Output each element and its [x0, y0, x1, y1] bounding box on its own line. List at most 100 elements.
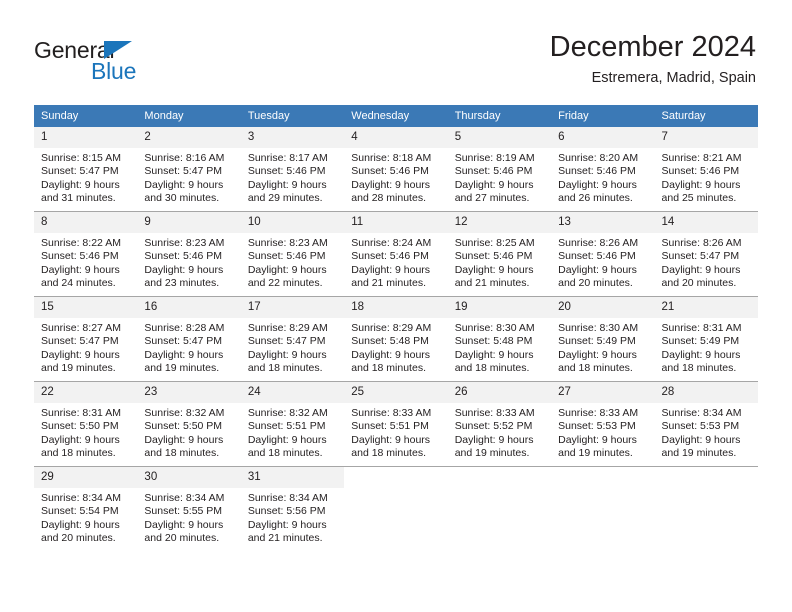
day-details: Sunrise: 8:23 AM Sunset: 5:46 PM Dayligh… — [137, 233, 240, 291]
day-cell[interactable]: 17 Sunrise: 8:29 AM Sunset: 5:47 PM Dayl… — [240, 296, 345, 382]
column-header-thursday: Thursday — [447, 105, 552, 127]
day-number: 29 — [34, 467, 138, 488]
daylight-line-1: Daylight: 9 hours — [661, 178, 741, 191]
day-cell[interactable]: 9 Sunrise: 8:23 AM Sunset: 5:46 PM Dayli… — [137, 211, 241, 297]
day-cell[interactable]: 10 Sunrise: 8:23 AM Sunset: 5:46 PM Dayl… — [240, 211, 345, 297]
daylight-line-2: and 19 minutes. — [661, 447, 737, 460]
daylight-line-1: Daylight: 9 hours — [247, 518, 327, 531]
weekday-header-row: Sunday Monday Tuesday Wednesday Thursday… — [34, 105, 758, 127]
sunrise-line: Sunrise: 8:17 AM — [247, 152, 328, 164]
daylight-line-2: and 19 minutes. — [454, 447, 530, 460]
daylight-line-1: Daylight: 9 hours — [247, 263, 327, 276]
day-cell[interactable]: 1 Sunrise: 8:15 AM Sunset: 5:47 PM Dayli… — [34, 127, 138, 212]
day-cell[interactable]: 23 Sunrise: 8:32 AM Sunset: 5:50 PM Dayl… — [137, 381, 241, 467]
calendar-body: 1 Sunrise: 8:15 AM Sunset: 5:47 PM Dayli… — [34, 127, 758, 551]
day-details: Sunrise: 8:29 AM Sunset: 5:48 PM Dayligh… — [344, 318, 447, 376]
column-header-tuesday: Tuesday — [240, 105, 345, 127]
sunset-line: Sunset: 5:47 PM — [41, 165, 119, 178]
day-number: 22 — [34, 382, 138, 403]
sunrise-line: Sunrise: 8:30 AM — [558, 322, 639, 334]
day-cell[interactable]: 11 Sunrise: 8:24 AM Sunset: 5:46 PM Dayl… — [344, 211, 448, 297]
sunrise-line: Sunrise: 8:32 AM — [247, 407, 328, 419]
sunset-line: Sunset: 5:56 PM — [247, 505, 326, 518]
day-details: Sunrise: 8:26 AM Sunset: 5:46 PM Dayligh… — [551, 233, 654, 291]
week-row: 8 Sunrise: 8:22 AM Sunset: 5:46 PM Dayli… — [34, 211, 758, 297]
day-cell[interactable]: 6 Sunrise: 8:20 AM Sunset: 5:46 PM Dayli… — [551, 127, 655, 212]
column-header-sunday: Sunday — [34, 105, 138, 127]
calendar-table: Sunday Monday Tuesday Wednesday Thursday… — [34, 105, 758, 551]
daylight-line-1: Daylight: 9 hours — [41, 263, 120, 276]
day-cell[interactable]: 20 Sunrise: 8:30 AM Sunset: 5:49 PM Dayl… — [551, 296, 655, 382]
generalblue-logo[interactable]: General Blue — [34, 37, 184, 87]
sunrise-line: Sunrise: 8:34 AM — [144, 492, 225, 504]
daylight-line-1: Daylight: 9 hours — [454, 348, 534, 361]
week-row: 1 Sunrise: 8:15 AM Sunset: 5:47 PM Dayli… — [34, 127, 758, 212]
calendar-head: Sunday Monday Tuesday Wednesday Thursday… — [34, 105, 758, 127]
day-details: Sunrise: 8:15 AM Sunset: 5:47 PM Dayligh… — [34, 148, 137, 206]
day-number: 30 — [137, 467, 241, 488]
logo-text-blue: Blue — [91, 58, 137, 84]
sunrise-line: Sunrise: 8:15 AM — [41, 152, 121, 164]
day-cell[interactable]: 14 Sunrise: 8:26 AM Sunset: 5:47 PM Dayl… — [654, 211, 758, 297]
day-number: 14 — [654, 212, 758, 233]
day-details: Sunrise: 8:33 AM Sunset: 5:52 PM Dayligh… — [448, 403, 551, 461]
day-cell[interactable]: 5 Sunrise: 8:19 AM Sunset: 5:46 PM Dayli… — [447, 127, 552, 212]
day-details: Sunrise: 8:22 AM Sunset: 5:46 PM Dayligh… — [34, 233, 137, 291]
day-cell[interactable]: 25 Sunrise: 8:33 AM Sunset: 5:51 PM Dayl… — [344, 381, 448, 467]
day-cell[interactable]: 29 Sunrise: 8:34 AM Sunset: 5:54 PM Dayl… — [34, 466, 138, 551]
sunrise-line: Sunrise: 8:26 AM — [558, 237, 639, 249]
day-cell[interactable]: 12 Sunrise: 8:25 AM Sunset: 5:46 PM Dayl… — [447, 211, 552, 297]
sunset-line: Sunset: 5:46 PM — [247, 165, 326, 178]
day-details: Sunrise: 8:33 AM Sunset: 5:53 PM Dayligh… — [551, 403, 654, 461]
daylight-line-1: Daylight: 9 hours — [558, 348, 637, 361]
column-header-friday: Friday — [551, 105, 655, 127]
day-cell[interactable]: 15 Sunrise: 8:27 AM Sunset: 5:47 PM Dayl… — [34, 296, 138, 382]
sunset-line: Sunset: 5:47 PM — [661, 250, 740, 263]
day-cell-empty — [551, 466, 655, 551]
day-number — [344, 467, 448, 475]
day-cell[interactable]: 26 Sunrise: 8:33 AM Sunset: 5:52 PM Dayl… — [447, 381, 552, 467]
sunset-line: Sunset: 5:51 PM — [351, 420, 429, 433]
logo-triangle-icon — [104, 41, 132, 59]
day-cell[interactable]: 4 Sunrise: 8:18 AM Sunset: 5:46 PM Dayli… — [344, 127, 448, 212]
sunset-line: Sunset: 5:46 PM — [41, 250, 119, 263]
sunset-line: Sunset: 5:50 PM — [41, 420, 119, 433]
sunrise-line: Sunrise: 8:33 AM — [454, 407, 535, 419]
day-details: Sunrise: 8:31 AM Sunset: 5:49 PM Dayligh… — [655, 318, 758, 376]
sunset-line: Sunset: 5:51 PM — [247, 420, 326, 433]
sunrise-line: Sunrise: 8:23 AM — [247, 237, 328, 249]
day-cell[interactable]: 3 Sunrise: 8:17 AM Sunset: 5:46 PM Dayli… — [240, 127, 345, 212]
day-cell[interactable]: 21 Sunrise: 8:31 AM Sunset: 5:49 PM Dayl… — [654, 296, 758, 382]
title-block: December 2024 Estremera, Madrid, Spain — [550, 30, 756, 88]
day-details: Sunrise: 8:29 AM Sunset: 5:47 PM Dayligh… — [241, 318, 344, 376]
day-cell[interactable]: 18 Sunrise: 8:29 AM Sunset: 5:48 PM Dayl… — [344, 296, 448, 382]
day-cell[interactable]: 16 Sunrise: 8:28 AM Sunset: 5:47 PM Dayl… — [137, 296, 241, 382]
day-number: 26 — [447, 382, 552, 403]
daylight-line-1: Daylight: 9 hours — [41, 178, 120, 191]
day-number: 24 — [240, 382, 345, 403]
sunset-line: Sunset: 5:46 PM — [454, 250, 533, 263]
daylight-line-1: Daylight: 9 hours — [41, 518, 120, 531]
day-number: 31 — [240, 467, 345, 488]
day-number: 2 — [137, 127, 241, 148]
day-cell[interactable]: 8 Sunrise: 8:22 AM Sunset: 5:46 PM Dayli… — [34, 211, 138, 297]
day-cell[interactable]: 27 Sunrise: 8:33 AM Sunset: 5:53 PM Dayl… — [551, 381, 655, 467]
daylight-line-2: and 19 minutes. — [558, 447, 633, 460]
day-cell[interactable]: 22 Sunrise: 8:31 AM Sunset: 5:50 PM Dayl… — [34, 381, 138, 467]
daylight-line-1: Daylight: 9 hours — [41, 433, 120, 446]
day-cell[interactable]: 28 Sunrise: 8:34 AM Sunset: 5:53 PM Dayl… — [654, 381, 758, 467]
day-cell[interactable]: 2 Sunrise: 8:16 AM Sunset: 5:47 PM Dayli… — [137, 127, 241, 212]
day-number: 17 — [240, 297, 345, 318]
daylight-line-2: and 18 minutes. — [351, 362, 426, 375]
sunrise-line: Sunrise: 8:27 AM — [41, 322, 121, 334]
day-cell[interactable]: 13 Sunrise: 8:26 AM Sunset: 5:46 PM Dayl… — [551, 211, 655, 297]
day-cell[interactable]: 7 Sunrise: 8:21 AM Sunset: 5:46 PM Dayli… — [654, 127, 758, 212]
day-cell[interactable]: 24 Sunrise: 8:32 AM Sunset: 5:51 PM Dayl… — [240, 381, 345, 467]
day-cell[interactable]: 19 Sunrise: 8:30 AM Sunset: 5:48 PM Dayl… — [447, 296, 552, 382]
day-details: Sunrise: 8:16 AM Sunset: 5:47 PM Dayligh… — [137, 148, 240, 206]
day-cell[interactable]: 31 Sunrise: 8:34 AM Sunset: 5:56 PM Dayl… — [240, 466, 345, 551]
day-number: 13 — [551, 212, 655, 233]
daylight-line-2: and 18 minutes. — [558, 362, 633, 375]
sunset-line: Sunset: 5:55 PM — [144, 505, 223, 518]
day-cell[interactable]: 30 Sunrise: 8:34 AM Sunset: 5:55 PM Dayl… — [137, 466, 241, 551]
